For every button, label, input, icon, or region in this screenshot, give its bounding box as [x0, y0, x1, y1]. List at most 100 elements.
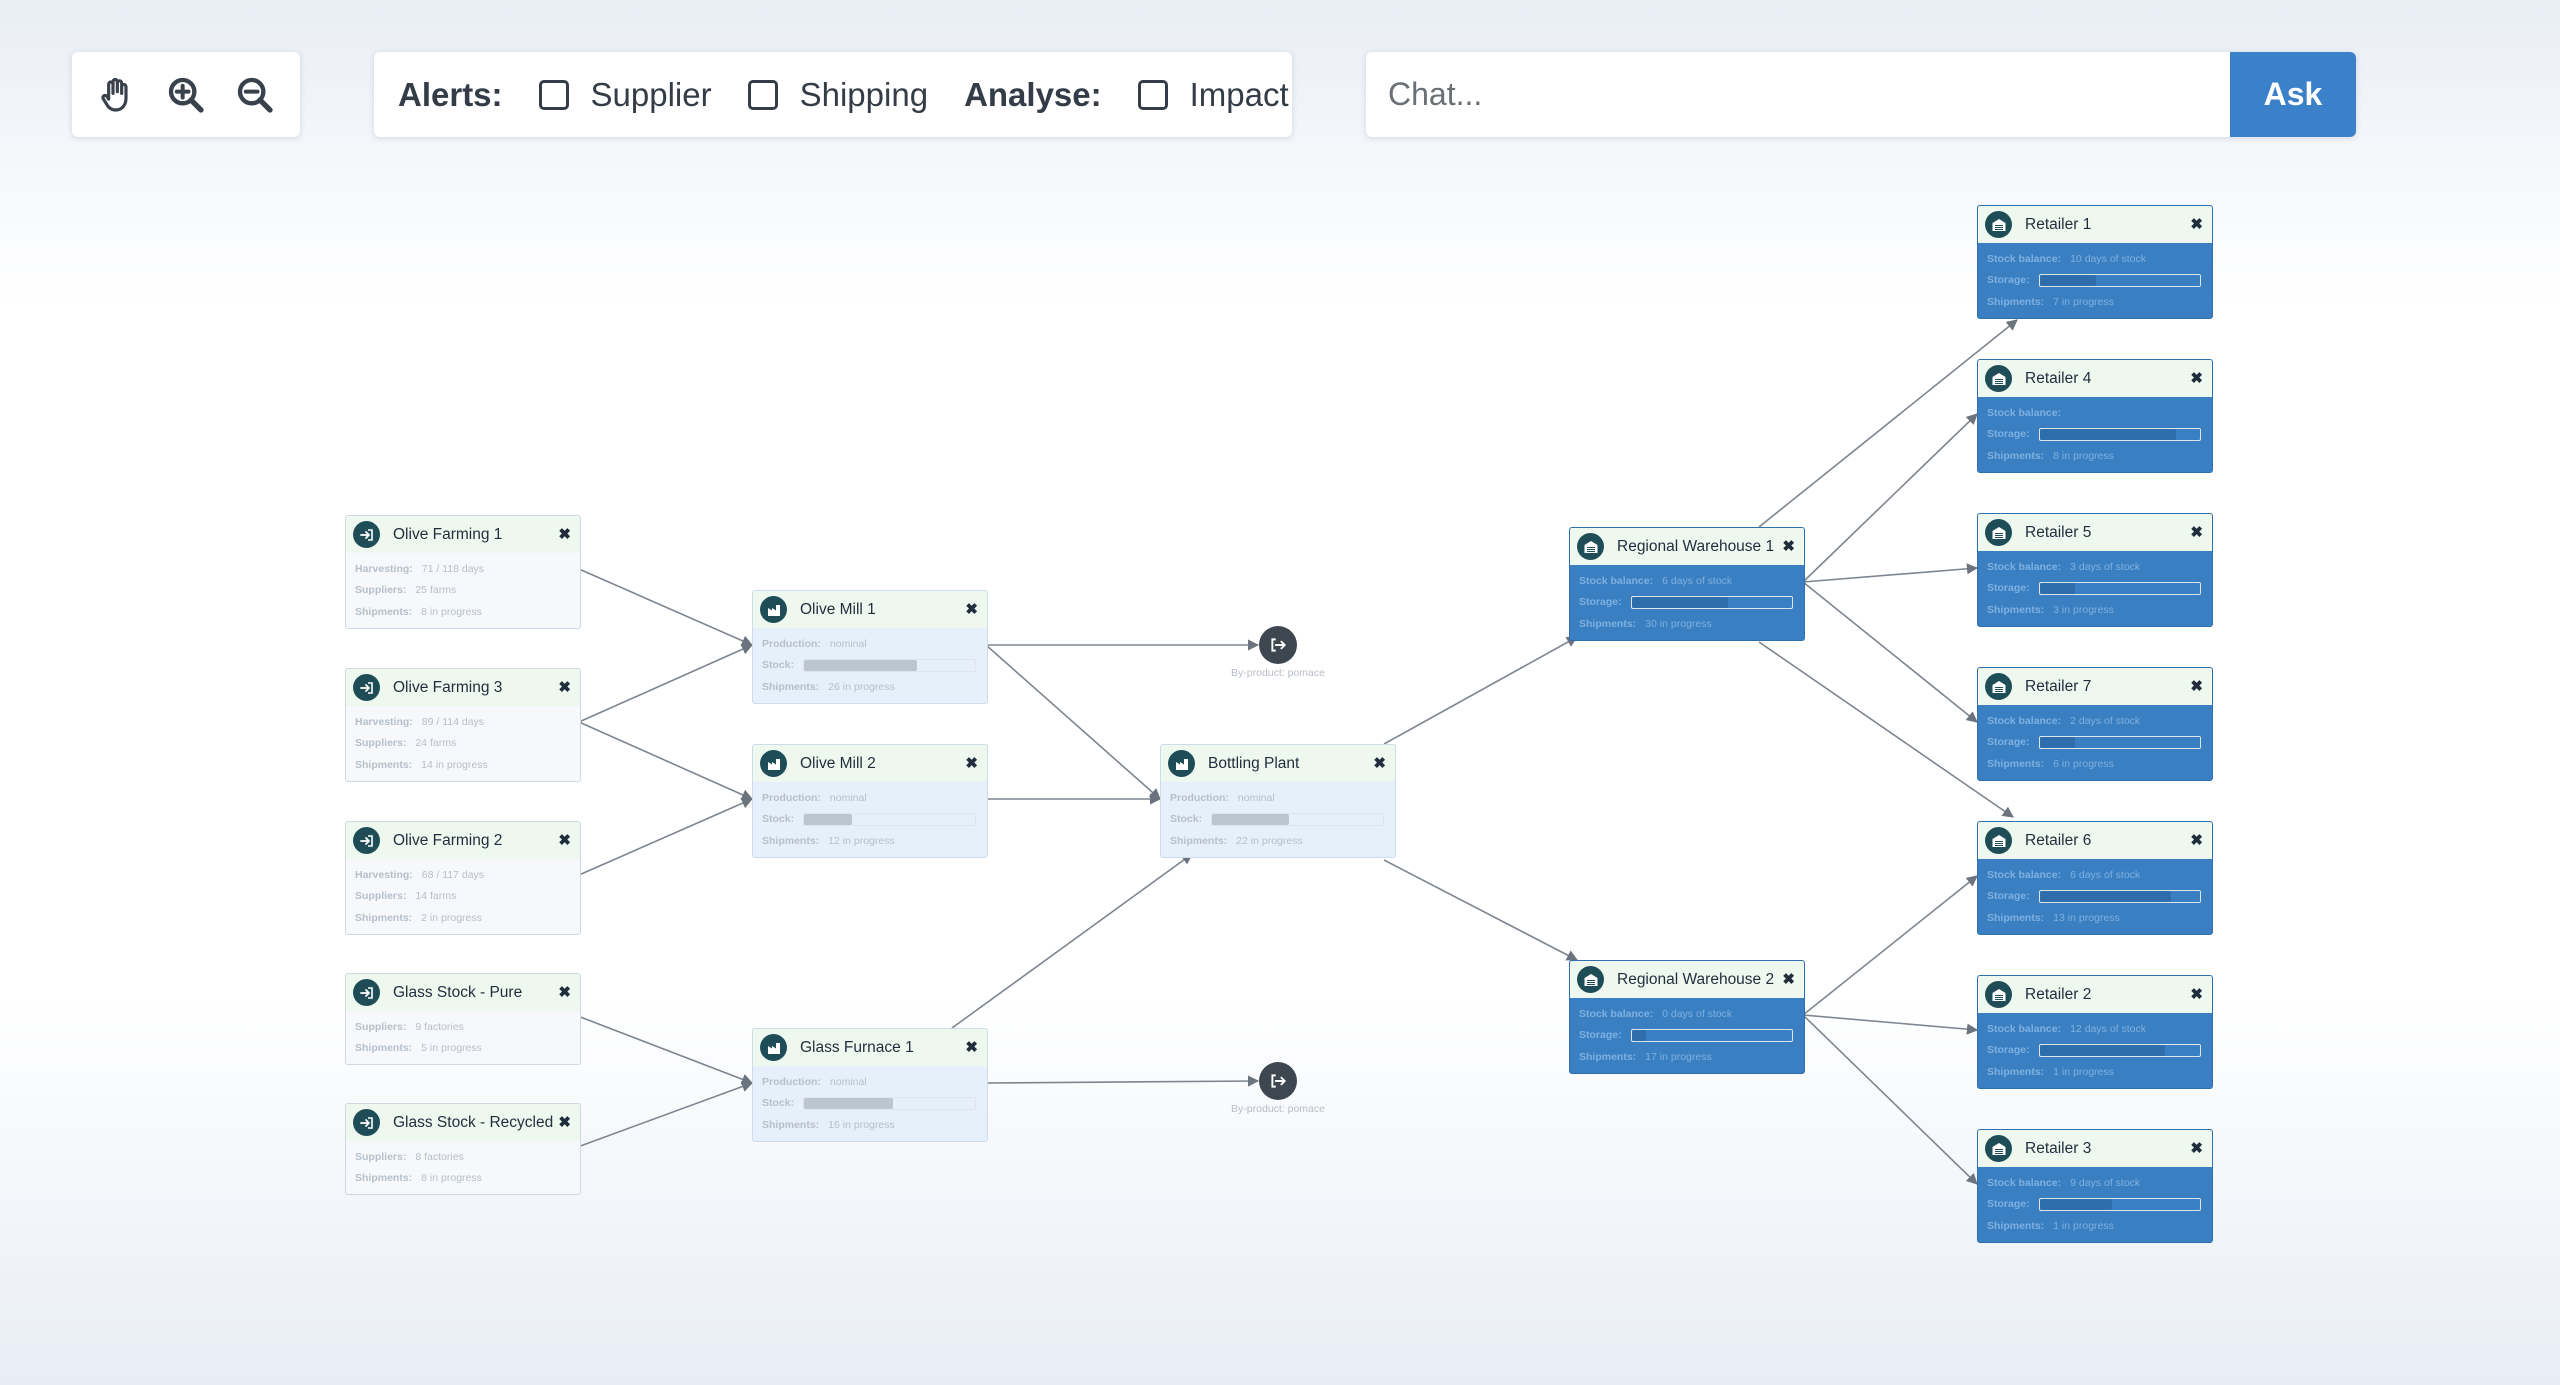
- level-bar: [804, 813, 852, 825]
- close-icon[interactable]: ✖: [2190, 369, 2203, 387]
- detail-label: Suppliers:: [355, 1150, 407, 1163]
- detail-label: Stock balance:: [1987, 406, 2062, 419]
- level-bar: [804, 1097, 893, 1109]
- detail-row: Stock balance: 0 days of stock: [1579, 1003, 1795, 1025]
- close-icon[interactable]: ✖: [2190, 985, 2203, 1003]
- node-header: Olive Farming 3 ✖: [346, 669, 580, 706]
- detail-row: Shipments: 3 in progress: [1987, 599, 2203, 621]
- node-olive-mill-2[interactable]: Olive Mill 2 ✖ Production: nominal Stock: Shi…: [752, 744, 988, 858]
- node-olive-farming-2[interactable]: Olive Farming 2 ✖ Harvesting: 68 / 117 days…: [345, 821, 581, 935]
- detail-value: nominal: [829, 637, 867, 650]
- close-icon[interactable]: ✖: [558, 983, 571, 1001]
- edge-olive-farming-1-to-olive-mill-1: [578, 568, 754, 647]
- detail-value: 6 days of stock: [1662, 574, 1733, 587]
- node-olive-mill-1[interactable]: Olive Mill 1 ✖ Production: nominal Stock: Shi…: [752, 590, 988, 704]
- level-bar: [1631, 596, 1728, 608]
- source-icon: [353, 674, 380, 701]
- node-details: Stock balance: 10 days of stock Storage: Sh…: [1978, 243, 2212, 318]
- close-icon[interactable]: ✖: [2190, 523, 2203, 541]
- node-retailer-5[interactable]: Retailer 5 ✖ Stock balance: 3 days of stock…: [1977, 513, 2213, 627]
- detail-row: Production: nominal: [762, 633, 978, 655]
- node-retailer-6[interactable]: Retailer 6 ✖ Stock balance: 6 days of stock…: [1977, 821, 2213, 935]
- node-bottling-plant[interactable]: Bottling Plant ✖ Production: nominal Stock: S…: [1160, 744, 1396, 858]
- level-bar: [2039, 274, 2096, 286]
- level-bar: [1212, 813, 1289, 825]
- detail-value: 6 in progress: [2053, 757, 2114, 770]
- detail-row: Suppliers: 24 farms: [355, 733, 571, 755]
- close-icon[interactable]: ✖: [2190, 215, 2203, 233]
- node-retailer-3[interactable]: Retailer 3 ✖ Stock balance: 9 days of stock…: [1977, 1129, 2213, 1243]
- node-retailer-1[interactable]: Retailer 1 ✖ Stock balance: 10 days of stoc…: [1977, 205, 2213, 319]
- byproduct-exit-icon[interactable]: [1259, 1062, 1297, 1100]
- node-details: Production: nominal Stock: Shipments: 12 in …: [753, 782, 987, 857]
- detail-label: Stock balance:: [1987, 560, 2062, 573]
- node-details: Suppliers: 8 factories Shipments: 8 in prog…: [346, 1141, 580, 1194]
- node-title: Retailer 6: [2025, 831, 2092, 849]
- warehouse-icon: [1985, 211, 2012, 238]
- detail-row: Shipments: 30 in progress: [1579, 613, 1795, 635]
- close-icon[interactable]: ✖: [558, 525, 571, 543]
- close-icon[interactable]: ✖: [558, 678, 571, 696]
- node-glass-furnace-1[interactable]: Glass Furnace 1 ✖ Production: nominal Stock:…: [752, 1028, 988, 1142]
- node-olive-farming-1[interactable]: Olive Farming 1 ✖ Harvesting: 71 / 118 days…: [345, 515, 581, 629]
- detail-row: Storage:: [1579, 1025, 1795, 1047]
- node-olive-farming-3[interactable]: Olive Farming 3 ✖ Harvesting: 89 / 114 days…: [345, 668, 581, 782]
- detail-row: Storage:: [1987, 578, 2203, 600]
- close-icon[interactable]: ✖: [2190, 1139, 2203, 1157]
- close-icon[interactable]: ✖: [558, 1113, 571, 1131]
- close-icon[interactable]: ✖: [965, 754, 978, 772]
- detail-row: Shipments: 26 in progress: [762, 676, 978, 698]
- detail-label: Shipments:: [1987, 449, 2045, 462]
- close-icon[interactable]: ✖: [1373, 754, 1386, 772]
- node-title: Olive Farming 2: [393, 831, 503, 849]
- factory-icon: [760, 1034, 787, 1061]
- detail-label: Production:: [762, 1075, 821, 1088]
- detail-label: Harvesting:: [355, 715, 413, 728]
- detail-row: Stock balance:: [1987, 402, 2203, 424]
- detail-label: Production:: [762, 637, 821, 650]
- level-bar: [2039, 890, 2172, 902]
- byproduct-exit-icon[interactable]: [1259, 626, 1297, 664]
- node-retailer-7[interactable]: Retailer 7 ✖ Stock balance: 2 days of stock…: [1977, 667, 2213, 781]
- node-details: Harvesting: 68 / 117 days Suppliers: 14 far…: [346, 859, 580, 934]
- node-regional-warehouse-2[interactable]: Regional Warehouse 2 ✖ Stock balance: 0 day…: [1569, 960, 1805, 1074]
- edge-regional-warehouse-1-to-retailer-4: [1802, 413, 1978, 583]
- node-title: Olive Mill 1: [800, 600, 876, 618]
- node-details: Stock balance: Storage: Shipments: 8 in pro…: [1978, 397, 2212, 472]
- detail-value: 5 in progress: [421, 1042, 482, 1055]
- node-header: Bottling Plant ✖: [1161, 745, 1395, 782]
- node-title: Olive Farming 3: [393, 678, 503, 696]
- edge-regional-warehouse-1-to-retailer-5: [1802, 563, 1979, 583]
- node-regional-warehouse-1[interactable]: Regional Warehouse 1 ✖ Stock balance: 6 day…: [1569, 527, 1805, 641]
- detail-row: Shipments: 8 in progress: [355, 1168, 571, 1190]
- detail-label: Storage:: [1987, 428, 2030, 441]
- warehouse-icon: [1577, 966, 1604, 993]
- detail-value: 30 in progress: [1645, 617, 1712, 630]
- warehouse-icon: [1985, 519, 2012, 546]
- node-glass-stock-recycled[interactable]: Glass Stock - Recycled ✖ Suppliers: 8 facto…: [345, 1103, 581, 1195]
- close-icon[interactable]: ✖: [558, 831, 571, 849]
- close-icon[interactable]: ✖: [2190, 831, 2203, 849]
- detail-value: 13 in progress: [2053, 911, 2120, 924]
- node-retailer-4[interactable]: Retailer 4 ✖ Stock balance: Storage: Shipmen…: [1977, 359, 2213, 473]
- detail-row: Production: nominal: [1170, 787, 1386, 809]
- node-retailer-2[interactable]: Retailer 2 ✖ Stock balance: 12 days of stoc…: [1977, 975, 2213, 1089]
- node-title: Glass Stock - Pure: [393, 983, 523, 1001]
- node-header: Retailer 7 ✖: [1978, 668, 2212, 705]
- close-icon[interactable]: ✖: [1782, 537, 1795, 555]
- warehouse-icon: [1985, 365, 2012, 392]
- detail-value: 1 in progress: [2053, 1065, 2114, 1078]
- detail-label: Suppliers:: [355, 737, 407, 750]
- close-icon[interactable]: ✖: [965, 1038, 978, 1056]
- source-icon: [353, 1109, 380, 1136]
- node-glass-stock-pure[interactable]: Glass Stock - Pure ✖ Suppliers: 9 factories…: [345, 973, 581, 1065]
- node-header: Retailer 5 ✖: [1978, 514, 2212, 551]
- detail-value: 0 days of stock: [1662, 1007, 1733, 1020]
- close-icon[interactable]: ✖: [965, 600, 978, 618]
- node-header: Olive Farming 2 ✖: [346, 822, 580, 859]
- close-icon[interactable]: ✖: [2190, 677, 2203, 695]
- detail-value: 17 in progress: [1645, 1050, 1712, 1063]
- detail-row: Shipments: 2 in progress: [355, 907, 571, 929]
- close-icon[interactable]: ✖: [1782, 970, 1795, 988]
- node-header: Regional Warehouse 2 ✖: [1570, 961, 1804, 998]
